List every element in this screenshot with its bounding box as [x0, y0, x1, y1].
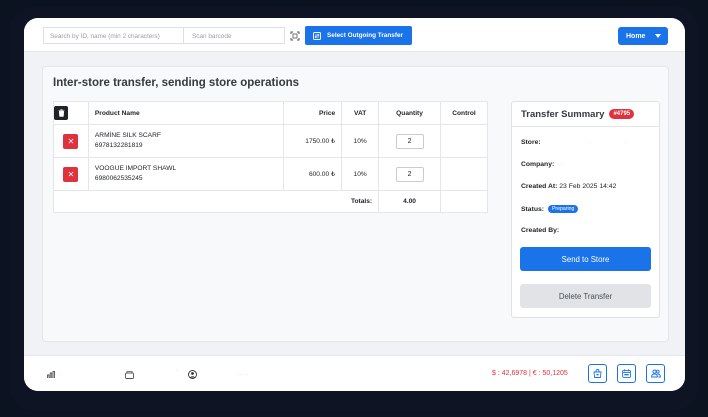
shopping-bag-icon — [593, 369, 602, 378]
product-price: 1750.00 ₺ — [283, 124, 343, 158]
product-vat: 10% — [341, 124, 380, 158]
totals-row: Totals: 4.00 — [52, 190, 488, 213]
send-to-store-button[interactable]: Send to Store — [520, 247, 651, 271]
users-icon — [650, 369, 661, 378]
register-value-redacted: · — [176, 368, 178, 374]
select-outgoing-transfer-label: Select Outgoing Transfer — [327, 32, 403, 39]
product-barcode: 6980062535245 — [94, 175, 143, 182]
product-vat: 10% — [341, 157, 380, 191]
register-icon — [124, 370, 134, 379]
totals-label: Totals: — [52, 190, 380, 213]
control-cell — [440, 157, 488, 191]
product-name-header: Product Name — [87, 101, 285, 125]
chart-icon — [46, 370, 56, 379]
scan-icon — [290, 31, 299, 40]
created-at-label: Created At: — [521, 183, 558, 190]
user-circle-icon — [187, 370, 197, 379]
price-header: Price — [283, 101, 343, 125]
transfer-id-badge: #4795 — [609, 109, 635, 119]
page-title: Inter-store transfer, sending store oper… — [53, 77, 300, 89]
status-label: Status: — [521, 205, 545, 213]
store-label: Store: — [521, 139, 541, 146]
quantity-input[interactable]: 2 — [395, 133, 424, 149]
table-header-row: Product Name Price VAT Quantity Control — [53, 101, 488, 125]
created-by-label: Created By: — [521, 227, 560, 234]
scan-barcode-button[interactable] — [287, 28, 302, 43]
transfer-icon — [313, 31, 321, 40]
product-price: 600.00 ₺ — [283, 157, 343, 191]
top-bar: Search by ID, name (min 2 characters) Sc… — [24, 18, 685, 52]
table-row: ✕ ARMİNE SILK SCARF 6978132281819 1750.0… — [53, 124, 488, 158]
store-value-redacted: · · · · — [542, 140, 629, 146]
company-value-redacted: · · — [556, 162, 563, 168]
home-dropdown-button[interactable]: Home — [618, 27, 668, 45]
select-outgoing-transfer-button[interactable]: Select Outgoing Transfer — [305, 26, 412, 45]
products-table: Product Name Price VAT Quantity Control … — [52, 101, 488, 213]
status-row: Status: Preparing — [521, 205, 579, 213]
product-barcode: 6978132281819 — [94, 142, 143, 149]
quantity-input[interactable]: 2 — [395, 166, 424, 182]
created-at-row: Created At: 23 Feb 2025 14:42 — [521, 183, 616, 190]
close-icon: ✕ — [67, 136, 75, 146]
delete-all-button[interactable] — [54, 106, 68, 120]
home-label: Home — [626, 32, 646, 40]
close-icon: ✕ — [67, 169, 75, 179]
user-value-redacted: · · · · — [237, 372, 248, 378]
transfer-card: Inter-store transfer, sending store oper… — [42, 66, 669, 342]
status-footer: · · · · · · $ : 42,6978 | € : 50,1205 — [24, 355, 685, 391]
status-badge: Preparing — [547, 205, 579, 213]
app-window: Search by ID, name (min 2 characters) Sc… — [24, 18, 685, 391]
summary-title: Transfer Summary — [521, 108, 605, 120]
quantity-header: Quantity — [378, 101, 441, 125]
company-row: Company: · · — [521, 161, 562, 168]
trash-icon — [58, 109, 64, 117]
caret-down-icon — [655, 34, 662, 38]
product-name: VOOGUE IMPORT SHAWL — [94, 165, 177, 172]
remove-item-button[interactable]: ✕ — [63, 166, 79, 182]
delete-all-header — [53, 101, 89, 125]
chart-value-redacted: · — [58, 372, 60, 378]
control-cell — [440, 124, 488, 158]
search-input[interactable]: Search by ID, name (min 2 characters) — [43, 27, 183, 44]
transfer-summary-panel: Transfer Summary #4795 Store: · · · · Co… — [511, 101, 660, 318]
currency-rates: $ : 42,6978 | € : 50,1205 — [492, 370, 568, 377]
table-row: ✕ VOOGUE IMPORT SHAWL 6980062535245 600.… — [53, 157, 488, 191]
vat-header: VAT — [341, 101, 380, 125]
totals-value: 4.00 — [378, 190, 441, 213]
footer-users-button[interactable] — [646, 364, 665, 383]
footer-calendar-button[interactable] — [617, 364, 636, 383]
control-header: Control — [440, 101, 488, 125]
calendar-icon — [622, 369, 631, 378]
summary-header: Transfer Summary #4795 — [512, 102, 659, 127]
delete-transfer-button[interactable]: Delete Transfer — [520, 284, 651, 308]
store-row: Store: · · · · — [521, 139, 628, 146]
created-by-row: Created By: — [521, 227, 559, 234]
product-name: ARMİNE SILK SCARF — [94, 132, 161, 139]
remove-item-button[interactable]: ✕ — [63, 133, 79, 149]
company-label: Company: — [521, 161, 555, 168]
barcode-input[interactable]: Scan barcode — [183, 27, 285, 44]
footer-bag-button[interactable] — [588, 364, 607, 383]
created-at-value: 23 Feb 2025 14:42 — [559, 183, 617, 190]
